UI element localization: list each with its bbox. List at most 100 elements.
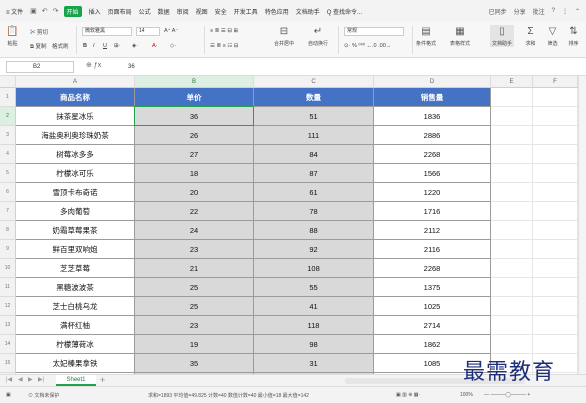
row-header[interactable]: 10 xyxy=(0,259,16,278)
sync-status[interactable]: 已同步 xyxy=(489,7,507,16)
empty-cell[interactable] xyxy=(533,183,578,202)
empty-cell[interactable] xyxy=(491,221,533,240)
prev-sheet-icon[interactable]: ◀ xyxy=(18,376,23,383)
tab-security[interactable]: 安全 xyxy=(215,7,227,16)
empty-cell[interactable] xyxy=(533,145,578,164)
column-header[interactable]: F xyxy=(533,76,578,88)
table-header-cell[interactable]: 商品名称 xyxy=(16,88,135,107)
table-cell[interactable]: 柠檬薄荷冰 xyxy=(16,335,135,354)
empty-cell[interactable] xyxy=(533,278,578,297)
tab-insert[interactable]: 插入 xyxy=(89,7,101,16)
table-cell[interactable]: 111 xyxy=(254,126,374,145)
clear-icon[interactable]: ◇· xyxy=(170,43,176,49)
table-cell[interactable]: 19 xyxy=(135,335,254,354)
next-sheet-icon[interactable]: ▶ xyxy=(28,376,33,383)
number-format-icons[interactable]: ⊙· % ⁰⁰⁰ ←.0 .00→ xyxy=(344,43,391,49)
table-cell[interactable]: 41 xyxy=(254,297,374,316)
align-top-icons[interactable]: ≡ ≣ ☰ ⊟ ⊞ xyxy=(210,28,238,34)
empty-cell[interactable] xyxy=(491,107,533,126)
column-header[interactable]: D xyxy=(374,76,491,88)
table-cell[interactable]: 21 xyxy=(135,259,254,278)
empty-cell[interactable] xyxy=(491,316,533,335)
name-box[interactable]: B2 xyxy=(6,61,74,73)
table-cell[interactable]: 26 xyxy=(135,126,254,145)
empty-cell[interactable] xyxy=(533,316,578,335)
empty-cell[interactable] xyxy=(533,259,578,278)
table-cell[interactable]: 18 xyxy=(135,164,254,183)
column-header[interactable]: E xyxy=(491,76,533,88)
table-cell[interactable]: 61 xyxy=(254,183,374,202)
spreadsheet-grid[interactable]: ABCDEF12345678910111213141516商品名称单价数量销售量… xyxy=(0,76,586,374)
row-header[interactable]: 9 xyxy=(0,240,16,259)
copy-button[interactable]: ⧉ 复制 xyxy=(30,42,46,51)
sheet-tab[interactable]: Sheet1 xyxy=(56,375,96,386)
table-cell[interactable]: 92 xyxy=(254,240,374,259)
add-sheet-button[interactable]: + xyxy=(100,375,105,386)
cut-button[interactable]: ✂ 剪切 xyxy=(30,28,48,36)
row-header[interactable]: 8 xyxy=(0,221,16,240)
empty-cell[interactable] xyxy=(491,259,533,278)
empty-cell[interactable] xyxy=(491,202,533,221)
empty-cell[interactable] xyxy=(533,335,578,354)
empty-cell[interactable] xyxy=(533,240,578,259)
table-cell[interactable]: 1375 xyxy=(374,278,491,297)
last-sheet-icon[interactable]: ▶| xyxy=(38,376,44,383)
bold-button[interactable]: B xyxy=(83,43,87,49)
table-cell[interactable]: 抹茶星冰乐 xyxy=(16,107,135,126)
merge-center-button[interactable]: ⊟ 合并居中 xyxy=(274,25,294,47)
empty-cell[interactable] xyxy=(491,183,533,202)
table-cell[interactable]: 108 xyxy=(254,259,374,278)
row-header[interactable]: 14 xyxy=(0,335,16,354)
tab-doc-assistant[interactable]: 文档助手 xyxy=(296,7,320,16)
undo-icon[interactable]: ↶ xyxy=(42,7,48,15)
tab-features[interactable]: 特色应用 xyxy=(265,7,289,16)
tab-view[interactable]: 视图 xyxy=(196,7,208,16)
filter-button[interactable]: ▽ 筛选 xyxy=(546,25,559,47)
table-cell[interactable]: 太妃榛果拿铁 xyxy=(16,354,135,373)
table-cell[interactable]: 1862 xyxy=(374,335,491,354)
table-cell[interactable]: 88 xyxy=(254,221,374,240)
doc-protect-status[interactable]: ⊙ 文档未保护 xyxy=(28,392,59,399)
view-mode-icons[interactable]: ▣ ▥ ⊕ ▦· xyxy=(396,392,420,398)
help-icon[interactable]: ? xyxy=(552,8,555,14)
table-cell[interactable]: 2268 xyxy=(374,145,491,164)
empty-cell[interactable] xyxy=(533,88,578,107)
row-header[interactable]: 1 xyxy=(0,88,16,107)
table-cell[interactable]: 奶霜草莓果茶 xyxy=(16,221,135,240)
table-cell[interactable]: 2268 xyxy=(374,259,491,278)
align-left-icons[interactable]: ☰ ≣ ≡ ☷ ⊟ xyxy=(210,43,238,49)
more-icon[interactable]: ⋮ xyxy=(562,8,568,15)
font-size-select[interactable]: 14 xyxy=(136,27,160,36)
table-cell[interactable]: 海盐奥利奥珍珠奶茶 xyxy=(16,126,135,145)
table-cell[interactable]: 35 xyxy=(135,354,254,373)
wrap-text-button[interactable]: ↵ 自动换行 xyxy=(308,25,328,47)
table-cell[interactable]: 1836 xyxy=(374,107,491,126)
table-header-cell[interactable]: 单价 xyxy=(135,88,254,107)
table-cell[interactable]: 1220 xyxy=(374,183,491,202)
empty-cell[interactable] xyxy=(491,297,533,316)
fill-color-icon[interactable]: ◈· xyxy=(132,43,138,49)
font-grow-icon[interactable]: A⁺ A⁻ xyxy=(164,28,178,34)
row-header[interactable]: 15 xyxy=(0,354,16,373)
column-header[interactable]: A xyxy=(16,76,135,88)
command-search[interactable]: Q 查找命令... xyxy=(327,7,362,16)
table-cell[interactable]: 1025 xyxy=(374,297,491,316)
empty-cell[interactable] xyxy=(533,126,578,145)
empty-cell[interactable] xyxy=(533,202,578,221)
row-header[interactable]: 12 xyxy=(0,297,16,316)
select-all-corner[interactable] xyxy=(0,76,16,88)
border-icon[interactable]: ⊞· xyxy=(114,43,120,49)
empty-cell[interactable] xyxy=(491,164,533,183)
row-header[interactable]: 3 xyxy=(0,126,16,145)
table-cell[interactable]: 芝士白桃乌龙 xyxy=(16,297,135,316)
file-menu[interactable]: ≡ 文件 xyxy=(6,7,23,16)
empty-cell[interactable] xyxy=(533,107,578,126)
view-icon[interactable]: ▣ xyxy=(6,392,11,398)
redo-icon[interactable]: ↷ xyxy=(53,7,59,15)
conditional-format-button[interactable]: ▤ 条件格式 xyxy=(416,25,436,47)
comment-button[interactable]: 批注 xyxy=(533,7,545,16)
zoom-level[interactable]: 100% xyxy=(460,392,473,398)
table-cell[interactable]: 2714 xyxy=(374,316,491,335)
table-header-cell[interactable]: 销售量 xyxy=(374,88,491,107)
table-cell[interactable]: 98 xyxy=(254,335,374,354)
